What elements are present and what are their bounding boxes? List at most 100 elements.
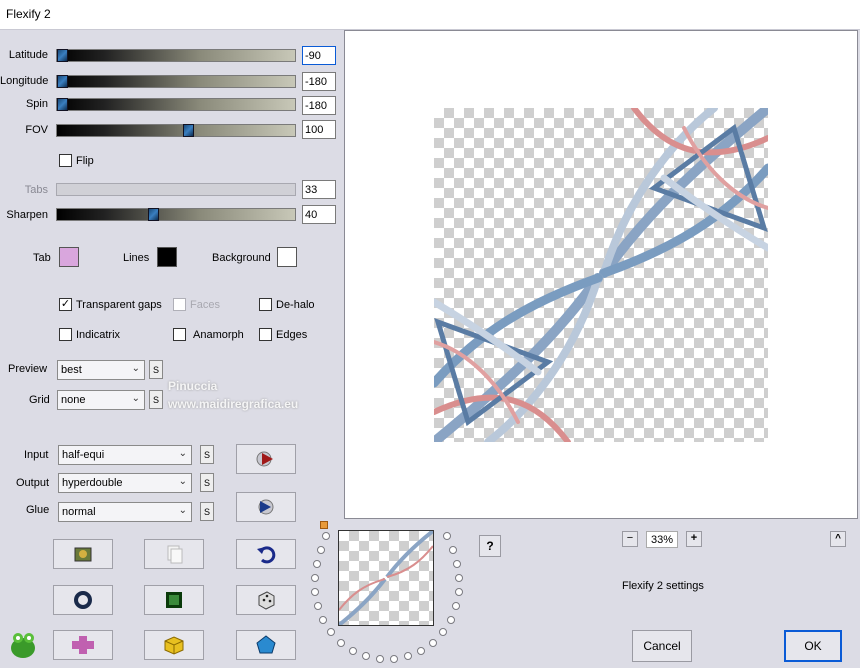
preview-label: Preview (8, 363, 48, 375)
glue-s-button[interactable]: S (200, 502, 214, 521)
frame-icon (166, 592, 182, 608)
undo-button[interactable] (236, 539, 296, 569)
longitude-field[interactable]: -180 (302, 72, 336, 91)
navigator-dot[interactable] (319, 616, 327, 624)
ring-button[interactable] (53, 585, 113, 615)
de-halo-label: De-halo (276, 299, 315, 311)
navigator-thumbnail[interactable] (338, 530, 434, 626)
navigator-dot[interactable] (311, 588, 319, 596)
navigator-dot[interactable] (313, 560, 321, 568)
output-select[interactable]: hyperdouble ⌄ (58, 473, 192, 493)
undo-icon (257, 546, 276, 564)
indicatrix-label: Indicatrix (76, 329, 121, 341)
navigator-handle-icon[interactable] (320, 521, 328, 529)
latitude-thumb[interactable] (57, 49, 68, 62)
grid-select[interactable]: none ⌄ (57, 390, 145, 410)
tab-color-swatch[interactable] (59, 247, 79, 267)
input-select[interactable]: half-equi ⌄ (58, 445, 192, 465)
random-dice-button[interactable] (236, 585, 296, 615)
help-button[interactable]: ? (479, 535, 501, 557)
sharpen-field[interactable]: 40 (302, 205, 336, 224)
pentagon-button[interactable] (236, 630, 296, 660)
tabs-label: Tabs (24, 184, 48, 196)
cube-button[interactable] (144, 630, 204, 660)
faces-label: Faces (190, 299, 220, 311)
title-bar: Flexify 2 (0, 0, 860, 30)
cube-icon (164, 636, 184, 655)
cancel-button[interactable]: Cancel (632, 630, 692, 662)
spin-thumb[interactable] (57, 98, 68, 111)
transparent-gaps-checkbox[interactable]: ✓ (59, 298, 72, 311)
output-label: Output (16, 477, 50, 489)
navigator-dot[interactable] (447, 616, 455, 624)
zoom-out-button[interactable]: − (622, 531, 638, 547)
fov-thumb[interactable] (183, 124, 194, 137)
navigator-dot[interactable] (311, 574, 319, 582)
navigator-dot[interactable] (349, 647, 357, 655)
glue-select[interactable]: normal ⌄ (58, 502, 192, 522)
navigator-dot[interactable] (443, 532, 451, 540)
spin-field[interactable]: -180 (302, 96, 336, 115)
navigator-dot[interactable] (455, 574, 463, 582)
tabs-slider[interactable] (56, 183, 296, 196)
flip-checkbox[interactable] (59, 154, 72, 167)
ok-button[interactable]: OK (784, 630, 842, 662)
watermark-line1: Pinuccia (168, 379, 218, 393)
input-s-button[interactable]: S (200, 445, 214, 464)
input-select-value: half-equi (62, 449, 105, 461)
tab-color-label: Tab (33, 252, 51, 264)
navigator-dot[interactable] (322, 532, 330, 540)
random-forward-button[interactable] (236, 444, 296, 474)
faces-checkbox[interactable] (173, 298, 186, 311)
navigator-dot[interactable] (337, 639, 345, 647)
lines-color-swatch[interactable] (157, 247, 177, 267)
navigator-dot[interactable] (317, 546, 325, 554)
navigator-dot[interactable] (449, 546, 457, 554)
navigator-dot[interactable] (429, 639, 437, 647)
zoom-level: 33% (646, 531, 678, 548)
grid-s-button[interactable]: S (149, 390, 163, 409)
longitude-slider[interactable] (56, 75, 296, 88)
navigator-dot[interactable] (404, 652, 412, 660)
de-halo-checkbox[interactable] (259, 298, 272, 311)
fov-field[interactable]: 100 (302, 120, 336, 139)
frame-button[interactable] (144, 585, 204, 615)
navigator-dot[interactable] (439, 628, 447, 636)
output-s-button[interactable]: S (200, 473, 214, 492)
latitude-field[interactable]: -90 (302, 46, 336, 65)
transparent-gaps-label: Transparent gaps (76, 299, 162, 311)
navigator-dot[interactable] (314, 602, 322, 610)
anamorph-checkbox[interactable] (173, 328, 186, 341)
edges-checkbox[interactable] (259, 328, 272, 341)
edges-label: Edges (276, 329, 308, 341)
sharpen-slider[interactable] (56, 208, 296, 221)
indicatrix-checkbox[interactable] (59, 328, 72, 341)
sharpen-thumb[interactable] (148, 208, 159, 221)
copy-icon (167, 545, 183, 564)
collapse-button[interactable]: ^ (830, 531, 846, 547)
preview-s-button[interactable]: S (149, 360, 163, 379)
latitude-slider[interactable] (56, 49, 296, 62)
navigator-dot[interactable] (376, 655, 384, 663)
navigator-dot[interactable] (452, 602, 460, 610)
preview-select[interactable]: best ⌄ (57, 360, 145, 380)
navigator-dot[interactable] (362, 652, 370, 660)
cross-icon (72, 636, 94, 654)
navigator-dot[interactable] (327, 628, 335, 636)
zoom-in-button[interactable]: + (686, 531, 702, 547)
tabs-field[interactable]: 33 (302, 180, 336, 199)
fov-slider[interactable] (56, 124, 296, 137)
copy-button[interactable] (144, 539, 204, 569)
preview-panel[interactable] (344, 30, 858, 519)
navigator-dot[interactable] (390, 655, 398, 663)
longitude-thumb[interactable] (57, 75, 68, 88)
navigator-dot[interactable] (455, 588, 463, 596)
navigator-dot[interactable] (417, 647, 425, 655)
background-color-swatch[interactable] (277, 247, 297, 267)
cross-button[interactable] (53, 630, 113, 660)
spin-slider[interactable] (56, 98, 296, 111)
grid-label: Grid (29, 394, 50, 406)
open-preset-button[interactable] (53, 539, 113, 569)
navigator-dot[interactable] (453, 560, 461, 568)
random-back-button[interactable] (236, 492, 296, 522)
